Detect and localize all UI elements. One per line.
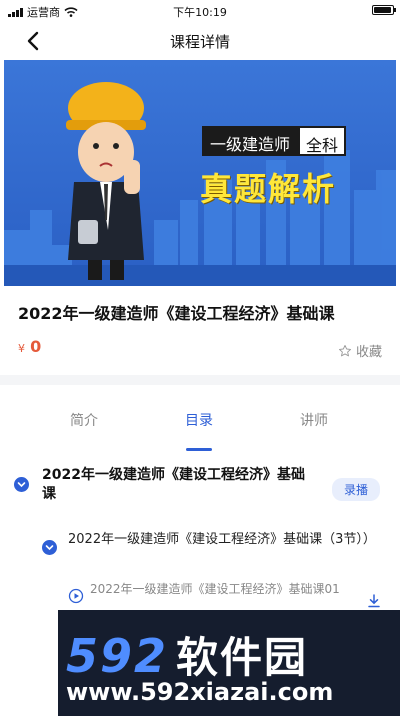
lesson-title: 2022年一级建造师《建设工程经济》基础课01 <box>90 582 340 596</box>
banner-tag-exam: 一级建造师 <box>202 126 299 156</box>
currency-symbol: ¥ <box>18 342 25 355</box>
banner-tag-subject: 全科 <box>298 126 347 156</box>
course-title: 2022年一级建造师《建设工程经济》基础课 <box>18 304 335 323</box>
watermark-brand-number: 592 <box>66 629 169 683</box>
play-circle-icon[interactable] <box>68 588 84 604</box>
watermark-overlay: 592 软件园 www.592xiazai.com <box>0 610 400 716</box>
section-divider <box>0 375 400 385</box>
star-icon <box>338 344 351 356</box>
favorite-label: 收藏 <box>355 345 382 360</box>
section-title[interactable]: 2022年一级建造师《建设工程经济》基础课（3节）） <box>68 531 378 549</box>
watermark-url: www.592xiazai.com <box>66 678 334 706</box>
chevron-down-icon[interactable] <box>14 477 29 492</box>
price-value: 0 <box>30 337 42 356</box>
nav-bar: 课程详情 <box>0 22 400 60</box>
detail-tabs: 简介 目录 讲师 <box>0 404 400 454</box>
recorded-badge: 录播 <box>331 478 380 501</box>
tab-intro[interactable]: 简介 <box>70 410 98 430</box>
download-icon[interactable] <box>366 593 382 609</box>
tab-catalog[interactable]: 目录 <box>185 410 213 430</box>
watermark-brand-text: 软件园 <box>176 633 309 682</box>
banner-headline: 真题解析 <box>200 170 337 208</box>
chapter-title: 2022年一级建造师《建设工程经济》基础课 <box>42 467 305 502</box>
page-title: 课程详情 <box>169 33 230 51</box>
status-bar: 运营商 下午10:19 <box>0 0 400 22</box>
active-tab-indicator <box>186 448 212 451</box>
course-price: ¥ 0 <box>18 337 41 356</box>
lesson-item[interactable]: 2022年一级建造师《建设工程经济》基础课01 <box>68 581 390 611</box>
battery-icon <box>372 5 396 15</box>
chevron-down-icon[interactable] <box>42 540 57 555</box>
course-banner: 一级建造师 全科 真题解析 <box>4 60 396 286</box>
tab-lecturer[interactable]: 讲师 <box>300 410 328 430</box>
watermark-logo: 592 软件园 <box>66 624 308 685</box>
status-time: 下午10:19 <box>173 6 227 19</box>
favorite-button[interactable]: 收藏 <box>338 341 382 360</box>
banner-tag: 一级建造师 全科 <box>202 126 347 156</box>
